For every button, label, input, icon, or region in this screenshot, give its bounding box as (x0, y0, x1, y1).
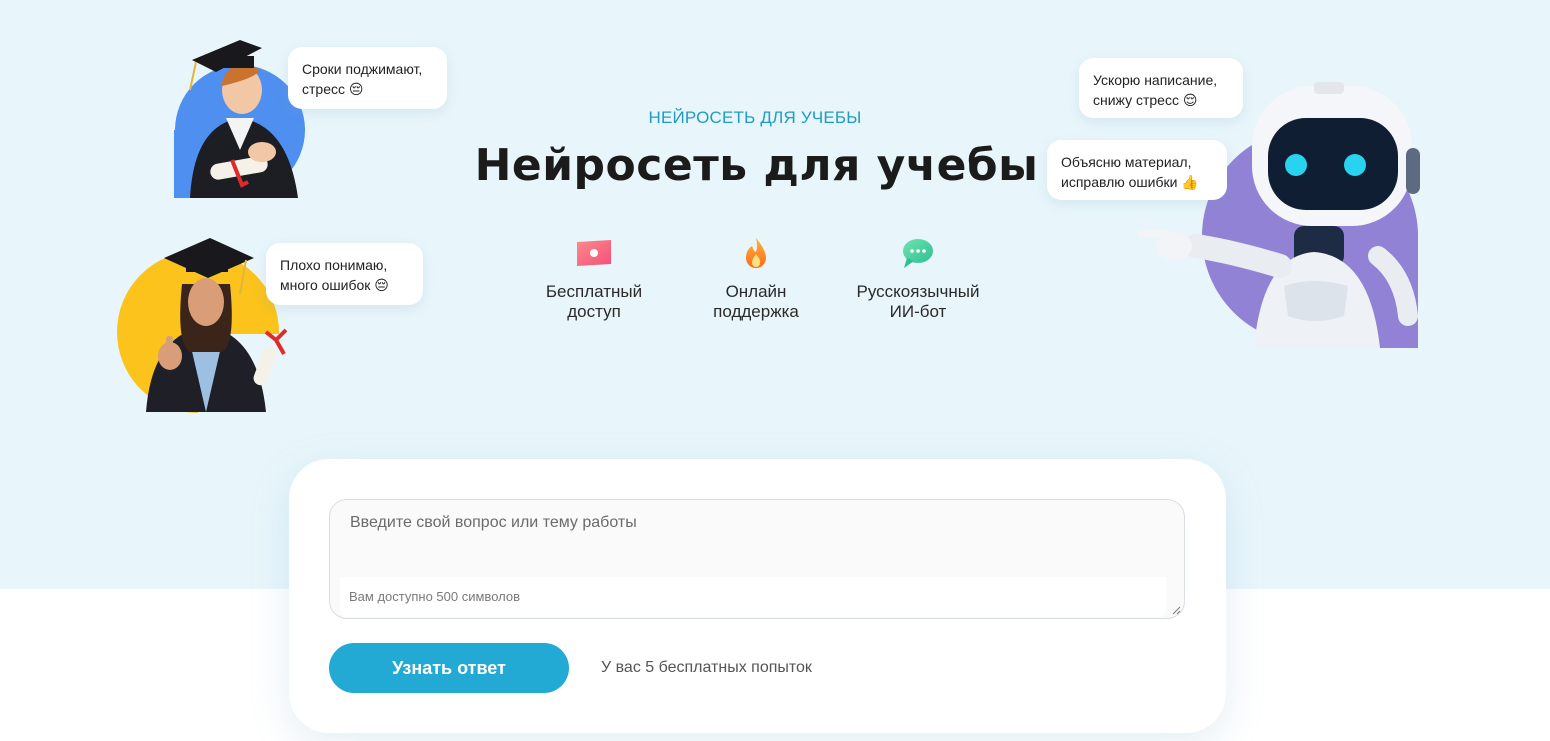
question-textarea[interactable]: Введите свой вопрос или тему работы Вам … (329, 499, 1185, 619)
character-counter: Вам доступно 500 символов (349, 589, 520, 604)
speech-bubble-mistakes: Плохо понимаю, много ошибок 😔 (266, 243, 423, 305)
feature-label: Онлайн поддержка (713, 282, 799, 321)
character-counter-bar: Вам доступно 500 символов (340, 577, 1166, 617)
page-title: Нейросеть для учебы (474, 140, 1039, 191)
resize-grip-icon[interactable] (1171, 605, 1181, 615)
submit-button[interactable]: Узнать ответ (329, 643, 569, 693)
feature-label: Русскоязычный ИИ-бот (856, 282, 980, 321)
flame-icon (746, 238, 766, 268)
hero-subtitle: НЕЙРОСЕТЬ ДЛЯ УЧЕБЫ (648, 108, 862, 127)
question-card: Введите свой вопрос или тему работы Вам … (289, 459, 1226, 733)
question-placeholder: Введите свой вопрос или тему работы (350, 514, 637, 531)
feature-russian-bot: Русскоязычный ИИ-бот (843, 236, 993, 322)
feature-label: Бесплатный доступ (545, 282, 643, 321)
attempts-remaining: У вас 5 бесплатных попыток (601, 659, 812, 676)
feature-free-access: Бесплатный доступ (519, 236, 669, 322)
chat-bubble-icon (903, 239, 933, 268)
money-icon (577, 240, 611, 266)
speech-bubble-deadlines: Сроки поджимают, стресс 😔 (288, 47, 447, 109)
feature-online-support: Онлайн поддержка (681, 236, 831, 322)
